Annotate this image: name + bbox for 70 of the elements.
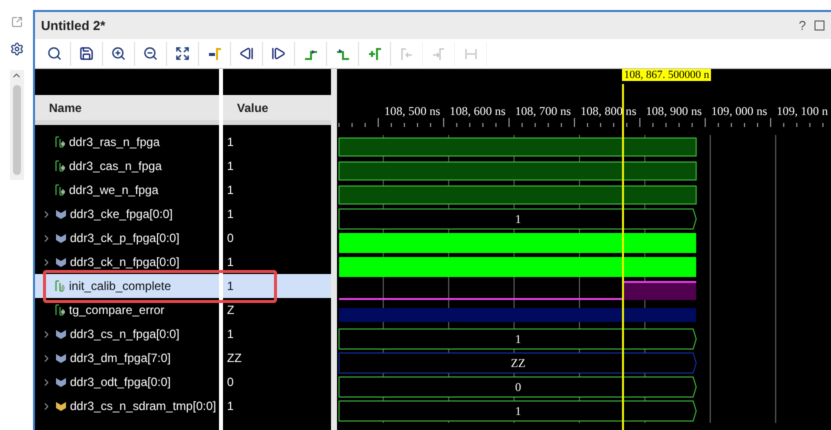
time-label: 108, 900 ns (646, 104, 702, 118)
zoom-in-icon (111, 46, 126, 61)
scrollbar[interactable] (10, 70, 24, 180)
bus-value: 1 (515, 212, 522, 226)
signal-bus-icon (55, 352, 67, 364)
signal-name-cell[interactable]: ddr3_cas_n_fpga (35, 154, 219, 178)
signal-name-cell[interactable]: tg_compare_error (35, 298, 219, 322)
signal-name-cell[interactable]: ddr3_odt_fpga[0:0] (35, 370, 219, 394)
signal-value-cell-text: 1 (226, 398, 235, 415)
signal-value-cell-text: 1 (226, 134, 235, 151)
time-label: 109, 000 ns (711, 104, 768, 118)
signal-name-cell[interactable]: ddr3_ras_n_fpga (35, 130, 219, 154)
signal-value-cell-text: 1 (226, 254, 235, 271)
signal-value-cell-text: Z (226, 302, 236, 319)
signal-name-cell[interactable]: ddr3_cs_n_sdram_tmp[0:0] (35, 394, 219, 418)
signal-name-cell[interactable]: ddr3_dm_fpga[7:0] (35, 346, 219, 370)
name-column-header[interactable]: Name (35, 95, 219, 125)
signal-bus-icon (55, 328, 67, 340)
signal-name-cell[interactable]: ddr3_we_n_fpga (35, 178, 219, 202)
signal-bus-icon (55, 208, 67, 220)
cursor-time-label: 108, 867. 500000 n (622, 69, 712, 81)
marker-left-icon (400, 46, 414, 60)
value-column-header[interactable]: Value (223, 95, 331, 125)
signal-value-cell-text: 0 (226, 374, 235, 391)
search-icon (47, 46, 62, 61)
bus-value: ZZ (510, 356, 526, 370)
expand-icon (175, 46, 190, 61)
bus-value: 0 (515, 380, 522, 394)
signal-value-cell-text: 1 (226, 206, 235, 223)
signal-bit-icon (55, 160, 66, 172)
help-button[interactable]: ? (798, 18, 806, 33)
settings-icon[interactable] (10, 42, 24, 56)
signal-name-cell[interactable]: init_calib_complete (35, 274, 219, 298)
signal-value-cell-text: 1 (226, 326, 235, 343)
bus-value: 1 (515, 404, 522, 418)
signal-name-cell[interactable]: ddr3_cs_n_fpga[0:0] (35, 322, 219, 346)
signal-name-cell[interactable]: ddr3_ck_p_fpga[0:0] (35, 226, 219, 250)
time-label: 108, 600 ns (450, 104, 506, 118)
signal-bit-icon (55, 304, 66, 316)
signal-value-cell-text: 1 (226, 158, 235, 175)
signal-bus-icon (55, 400, 67, 412)
signal-bus-icon (55, 376, 67, 388)
signal-value-cell-text: 1 (226, 182, 235, 199)
signal-value-cell: 1 (223, 274, 331, 298)
signal-bus-icon (55, 232, 67, 244)
arrow-to-marker-icon (208, 46, 222, 60)
save-icon (79, 46, 94, 61)
step-back-icon (239, 46, 254, 61)
window-title: Untitled 2* (41, 18, 106, 33)
signal-value-cell-text: ZZ (226, 350, 243, 367)
zoom-out-icon (143, 46, 158, 61)
signal-value-cell-text: 0 (226, 230, 235, 247)
time-label: 109, 100 n (776, 104, 828, 118)
bus-value: 1 (515, 332, 522, 346)
popout-icon[interactable] (10, 16, 22, 28)
step-edge-icon (336, 46, 350, 60)
span-icon (464, 46, 478, 60)
marker-right-icon (432, 46, 446, 60)
signal-bus-icon (55, 256, 67, 268)
signal-bit-icon (55, 184, 66, 196)
signal-bit-icon (55, 280, 66, 292)
add-marker-icon (368, 46, 382, 60)
time-label: 108, 500 ns (384, 104, 440, 118)
time-label: 108, 700 ns (515, 104, 571, 118)
signal-bit-icon (55, 136, 66, 148)
step-forward-icon (271, 46, 286, 61)
maximize-icon[interactable] (814, 20, 825, 31)
signal-name-cell[interactable]: ddr3_ck_n_fpga[0:0] (35, 250, 219, 274)
signal-name-cell[interactable]: ddr3_cke_fpga[0:0] (35, 202, 219, 226)
time-label: 108, 800 ns (580, 104, 636, 118)
